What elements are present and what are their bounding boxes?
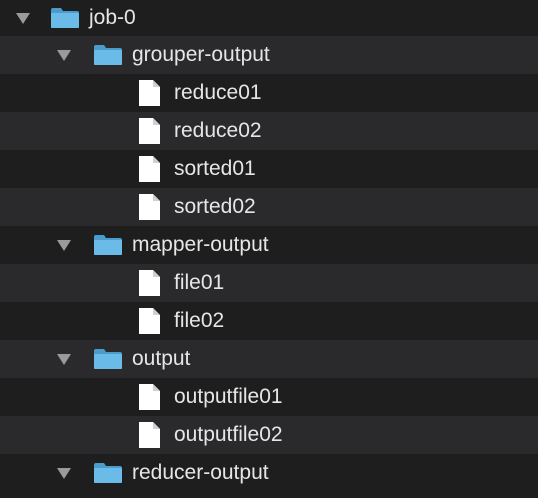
tree-row-label: grouper-output: [132, 43, 270, 66]
file-icon: [138, 421, 161, 449]
tree-row-file[interactable]: sorted01: [0, 150, 538, 188]
file-icon: [138, 155, 161, 183]
folder-icon: [93, 348, 123, 370]
tree-row-file[interactable]: sorted02: [0, 188, 538, 226]
tree-row-mapper-output[interactable]: mapper-output: [0, 226, 538, 264]
disclosure-triangle-icon[interactable]: [57, 50, 71, 61]
tree-row-label: reducer-output: [132, 461, 269, 484]
tree-row-label: sorted01: [174, 157, 256, 180]
folder-icon: [93, 44, 123, 66]
tree-row-grouper-output[interactable]: grouper-output: [0, 36, 538, 74]
disclosure-triangle-icon[interactable]: [16, 13, 30, 24]
tree-row-label: file02: [174, 309, 225, 332]
tree-row-label: output: [132, 347, 191, 370]
tree-row-file[interactable]: outputfile02: [0, 416, 538, 454]
folder-icon: [93, 462, 123, 484]
tree-row-label: job-0: [89, 6, 136, 29]
tree-row-label: outputfile02: [174, 423, 283, 446]
file-tree: job-0 grouper-output reduce01 reduce02 s…: [0, 0, 538, 498]
tree-row-label: reduce01: [174, 81, 262, 104]
file-icon: [138, 79, 161, 107]
disclosure-triangle-icon[interactable]: [57, 240, 71, 251]
tree-row-output[interactable]: output: [0, 340, 538, 378]
tree-row-label: sorted02: [174, 195, 256, 218]
tree-row-label: file01: [174, 271, 225, 294]
disclosure-triangle-icon[interactable]: [57, 468, 71, 479]
file-icon: [138, 307, 161, 335]
folder-icon: [50, 7, 80, 29]
disclosure-triangle-icon[interactable]: [57, 354, 71, 365]
tree-row-file[interactable]: outputfile01: [0, 378, 538, 416]
folder-icon: [93, 234, 123, 256]
tree-row-file[interactable]: reduce02: [0, 112, 538, 150]
file-icon: [138, 193, 161, 221]
tree-row-file[interactable]: reduce01: [0, 74, 538, 112]
tree-row-label: mapper-output: [132, 233, 269, 256]
tree-row-job-0[interactable]: job-0: [0, 0, 538, 36]
tree-row-reducer-output[interactable]: reducer-output: [0, 454, 538, 492]
tree-row-label: reduce02: [174, 119, 262, 142]
tree-row-label: outputfile01: [174, 385, 283, 408]
tree-row-file[interactable]: file01: [0, 264, 538, 302]
file-icon: [138, 269, 161, 297]
file-icon: [138, 117, 161, 145]
tree-row-file[interactable]: file02: [0, 302, 538, 340]
file-icon: [138, 383, 161, 411]
